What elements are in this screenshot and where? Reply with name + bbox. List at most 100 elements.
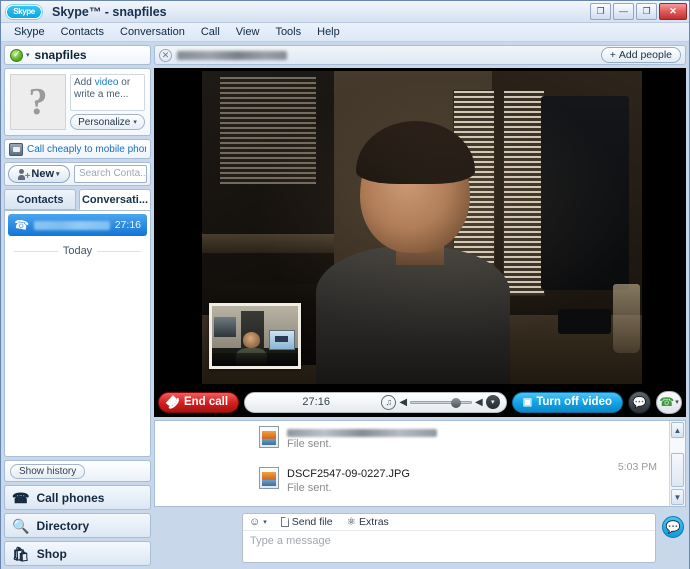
today-divider: Today	[8, 245, 147, 257]
menu-help[interactable]: Help	[310, 24, 347, 40]
mood-prefix: Add	[74, 77, 95, 88]
volume-slider-knob[interactable]	[450, 397, 461, 408]
main-body: ▾ snapfiles ? Add video or write a me...…	[1, 42, 689, 569]
scrollbar-thumb[interactable]	[671, 453, 684, 487]
call-status-tray: 27:16 ♫ ◀ ◀ ▾	[244, 391, 507, 413]
self-view-video[interactable]	[209, 303, 301, 369]
call-button[interactable]: ☎ ▾	[656, 390, 682, 414]
magnifier-icon: 🔍	[12, 517, 30, 534]
plus-icon: +	[609, 49, 616, 61]
scroll-up-arrow-icon[interactable]: ▲	[671, 422, 684, 438]
conversation-header: ✕ + Add people	[154, 45, 686, 65]
personalize-button[interactable]: Personalize ▾	[70, 114, 145, 130]
title-bar: Skype Skype™ - snapfiles ❐ — ❐ ✕	[1, 1, 689, 23]
sidebar-item-shop[interactable]: 🛍 Shop	[4, 541, 151, 566]
profile-details: Add video or write a me... Personalize ▾	[70, 74, 145, 130]
volume-controls: ♫ ◀ ◀ ▾	[381, 394, 500, 410]
promo-panel[interactable]: Call cheaply to mobile phon...	[4, 139, 151, 159]
file-status: File sent.	[287, 482, 332, 494]
chevron-down-icon: ▾	[263, 519, 267, 526]
chevron-down-icon: ▾	[675, 399, 679, 406]
shopping-bag-icon: 🛍	[12, 545, 30, 562]
divider-label: Today	[62, 245, 93, 257]
composer-toolbar: ☺ ▾ Send file ⚛ Extras	[243, 514, 655, 531]
chat-messages: File sent. DSCF2547-09-0227.JPG File sen…	[155, 421, 669, 506]
show-history-button[interactable]: Show history	[10, 463, 86, 479]
emoticon-button[interactable]: ☺ ▾	[249, 516, 267, 528]
send-file-label: Send file	[291, 516, 333, 528]
phone-icon: ☎	[12, 216, 31, 234]
sidebar-item-directory[interactable]: 🔍 Directory	[4, 513, 151, 538]
send-chat-icon-button[interactable]: 💬	[662, 516, 684, 538]
send-file-button[interactable]: Send file	[280, 516, 333, 528]
status-bar[interactable]: ▾ snapfiles	[4, 45, 151, 65]
call-cheaply-link[interactable]: Call cheaply to mobile phon...	[27, 144, 146, 155]
turn-off-video-button[interactable]: ▣ Turn off video	[511, 391, 623, 413]
chat-scrollbar[interactable]: ▲ ▼	[669, 421, 685, 506]
video-stage[interactable]: ☎ End call 27:16 ♫ ◀ ◀ ▾ ▣ Turn off vide…	[154, 68, 686, 417]
compact-view-button[interactable]: ❐	[590, 3, 611, 20]
maximize-button[interactable]: ❐	[636, 3, 657, 20]
end-call-button[interactable]: ☎ End call	[158, 391, 240, 413]
telephone-icon: ☎	[12, 489, 30, 506]
message-body: File sent.	[287, 426, 661, 452]
hangup-handset-icon: ☎	[162, 391, 183, 413]
file-name[interactable]: DSCF2547-09-0227.JPG	[287, 467, 661, 481]
online-check-icon[interactable]	[10, 48, 23, 62]
list-item[interactable]: File sent.	[155, 423, 669, 455]
video-toggle-label: Turn off video	[536, 396, 612, 408]
message-input[interactable]: Type a message	[243, 531, 655, 551]
message-composer[interactable]: ☺ ▾ Send file ⚛ Extras Type a message	[242, 513, 656, 563]
contacts-toolbar: + New ▾ Search Conta...	[4, 162, 151, 186]
tab-conversations[interactable]: Conversati...	[79, 189, 151, 210]
list-item[interactable]: DSCF2547-09-0227.JPG File sent. 5:03 PM	[155, 455, 669, 499]
search-contacts-input[interactable]: Search Conta...	[74, 165, 147, 183]
chat-bubble-icon-button[interactable]: 💬	[628, 390, 651, 414]
phone-handset-icon: ☎	[659, 395, 675, 409]
extras-label: Extras	[359, 516, 389, 528]
tab-contacts[interactable]: Contacts	[4, 189, 76, 210]
chevron-down-icon: ▾	[56, 171, 60, 178]
volume-chevron-down-icon[interactable]: ▾	[485, 395, 500, 409]
add-people-label: Add people	[618, 49, 672, 61]
chat-transcript: File sent. DSCF2547-09-0227.JPG File sen…	[154, 420, 686, 507]
extras-icon: ⚛	[346, 516, 357, 528]
menu-call[interactable]: Call	[194, 24, 227, 40]
message-composer-row: ☺ ▾ Send file ⚛ Extras Type a message 💬	[154, 510, 686, 566]
sidebar-item-call-phones[interactable]: ☎ Call phones	[4, 485, 151, 510]
new-button[interactable]: + New ▾	[8, 165, 70, 183]
sidebar-item-label: Shop	[36, 546, 67, 561]
close-button[interactable]: ✕	[659, 3, 687, 20]
sidebar-item-label: Call phones	[36, 490, 105, 505]
menu-view[interactable]: View	[229, 24, 267, 40]
avatar[interactable]: ?	[10, 74, 66, 130]
menu-skype[interactable]: Skype	[7, 24, 52, 40]
add-video-link[interactable]: video	[95, 77, 119, 88]
conversation-contact-name-redacted	[177, 50, 287, 60]
message-timestamp: 5:03 PM	[617, 461, 657, 473]
profile-panel: ? Add video or write a me... Personalize…	[4, 68, 151, 136]
close-conversation-icon[interactable]: ✕	[159, 48, 172, 62]
skype-logo-icon: Skype	[6, 4, 42, 19]
speaker-settings-icon[interactable]: ♫	[381, 394, 397, 410]
skype-window: Skype Skype™ - snapfiles ❐ — ❐ ✕ Skype C…	[0, 0, 690, 569]
volume-slider[interactable]	[410, 397, 473, 408]
volume-high-icon: ◀	[475, 396, 483, 408]
scrollbar-track[interactable]	[670, 439, 685, 452]
menu-tools[interactable]: Tools	[268, 24, 308, 40]
menu-conversation[interactable]: Conversation	[113, 24, 192, 40]
status-chevron-down-icon[interactable]: ▾	[26, 51, 30, 59]
add-person-icon: +	[18, 168, 30, 181]
sidebar-item-label: Directory	[36, 518, 90, 533]
scroll-down-arrow-icon[interactable]: ▼	[671, 489, 684, 505]
call-control-bar: ☎ End call 27:16 ♫ ◀ ◀ ▾ ▣ Turn off vide…	[154, 387, 686, 417]
minimize-button[interactable]: —	[613, 3, 634, 20]
jpg-file-icon	[259, 426, 279, 448]
window-title: Skype™ - snapfiles	[52, 4, 167, 19]
add-people-button[interactable]: + Add people	[600, 47, 681, 63]
jpg-file-icon	[259, 467, 279, 489]
extras-button[interactable]: ⚛ Extras	[347, 516, 389, 528]
mood-message-field[interactable]: Add video or write a me...	[70, 74, 145, 111]
menu-contacts[interactable]: Contacts	[54, 24, 111, 40]
list-item-active-call[interactable]: ☎ 27:16	[8, 214, 147, 236]
